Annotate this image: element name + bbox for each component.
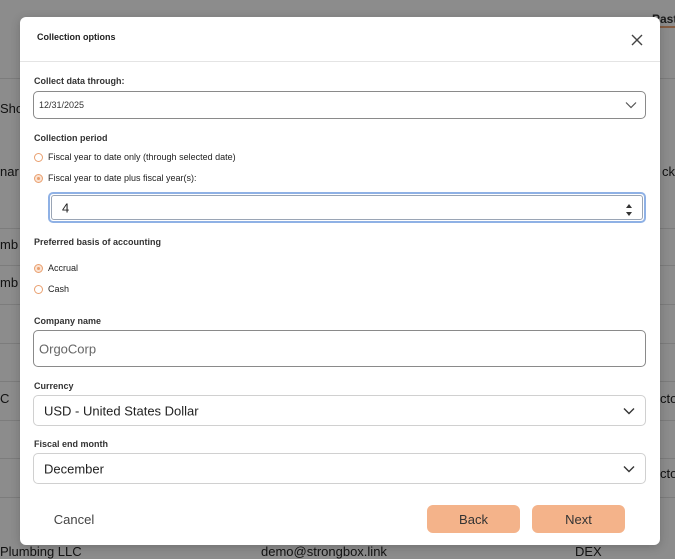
company-name-value: OrgoCorp — [39, 341, 97, 356]
chevron-down-icon — [623, 407, 635, 414]
radio-button[interactable] — [34, 152, 43, 162]
collect-through-select[interactable]: 12/31/2025 — [33, 91, 646, 119]
modal-header: Collection options — [20, 17, 660, 62]
radio-label: Fiscal year to date only (through select… — [48, 152, 236, 162]
currency-label: Currency — [34, 381, 74, 391]
close-button[interactable] — [629, 32, 645, 48]
radio-button[interactable] — [34, 173, 43, 183]
chevron-down-icon — [625, 102, 637, 109]
radio-fiscal-ytd-only[interactable]: Fiscal year to date only (through select… — [34, 152, 236, 162]
radio-cash[interactable]: Cash — [34, 284, 69, 294]
fiscal-years-input-inner: 4 — [51, 195, 643, 220]
collection-options-modal: Collection options Collect data through:… — [20, 17, 660, 545]
company-name-input[interactable]: OrgoCorp — [33, 330, 646, 367]
accounting-basis-label: Preferred basis of accounting — [34, 237, 162, 247]
back-button[interactable]: Back — [427, 505, 520, 533]
currency-select[interactable]: USD - United States Dollar — [33, 395, 646, 426]
fiscal-end-month-select[interactable]: December — [33, 453, 646, 484]
chevron-down-icon — [623, 465, 635, 472]
radio-fiscal-ytd-plus[interactable]: Fiscal year to date plus fiscal year(s): — [34, 173, 197, 183]
fiscal-years-input[interactable]: 4 — [48, 192, 646, 223]
radio-button[interactable] — [34, 284, 43, 294]
currency-value: USD - United States Dollar — [44, 403, 199, 418]
radio-label: Cash — [48, 284, 70, 294]
radio-button[interactable] — [34, 263, 43, 273]
fiscal-end-month-label: Fiscal end month — [34, 439, 109, 449]
radio-label: Fiscal year to date plus fiscal year(s): — [48, 173, 197, 183]
fiscal-end-month-value: December — [44, 461, 104, 476]
radio-accrual[interactable]: Accrual — [34, 263, 78, 273]
next-button[interactable]: Next — [532, 505, 625, 533]
radio-label: Accrual — [48, 263, 79, 273]
collect-through-label: Collect data through: — [34, 76, 125, 86]
cancel-button[interactable]: Cancel — [41, 505, 107, 533]
company-name-label: Company name — [34, 316, 102, 326]
stepper-arrows-icon[interactable] — [625, 202, 633, 218]
close-icon — [631, 34, 643, 46]
collection-period-label: Collection period — [34, 133, 108, 143]
modal-title: Collection options — [37, 32, 116, 42]
collect-through-value: 12/31/2025 — [39, 100, 85, 110]
fiscal-years-value: 4 — [62, 200, 70, 215]
